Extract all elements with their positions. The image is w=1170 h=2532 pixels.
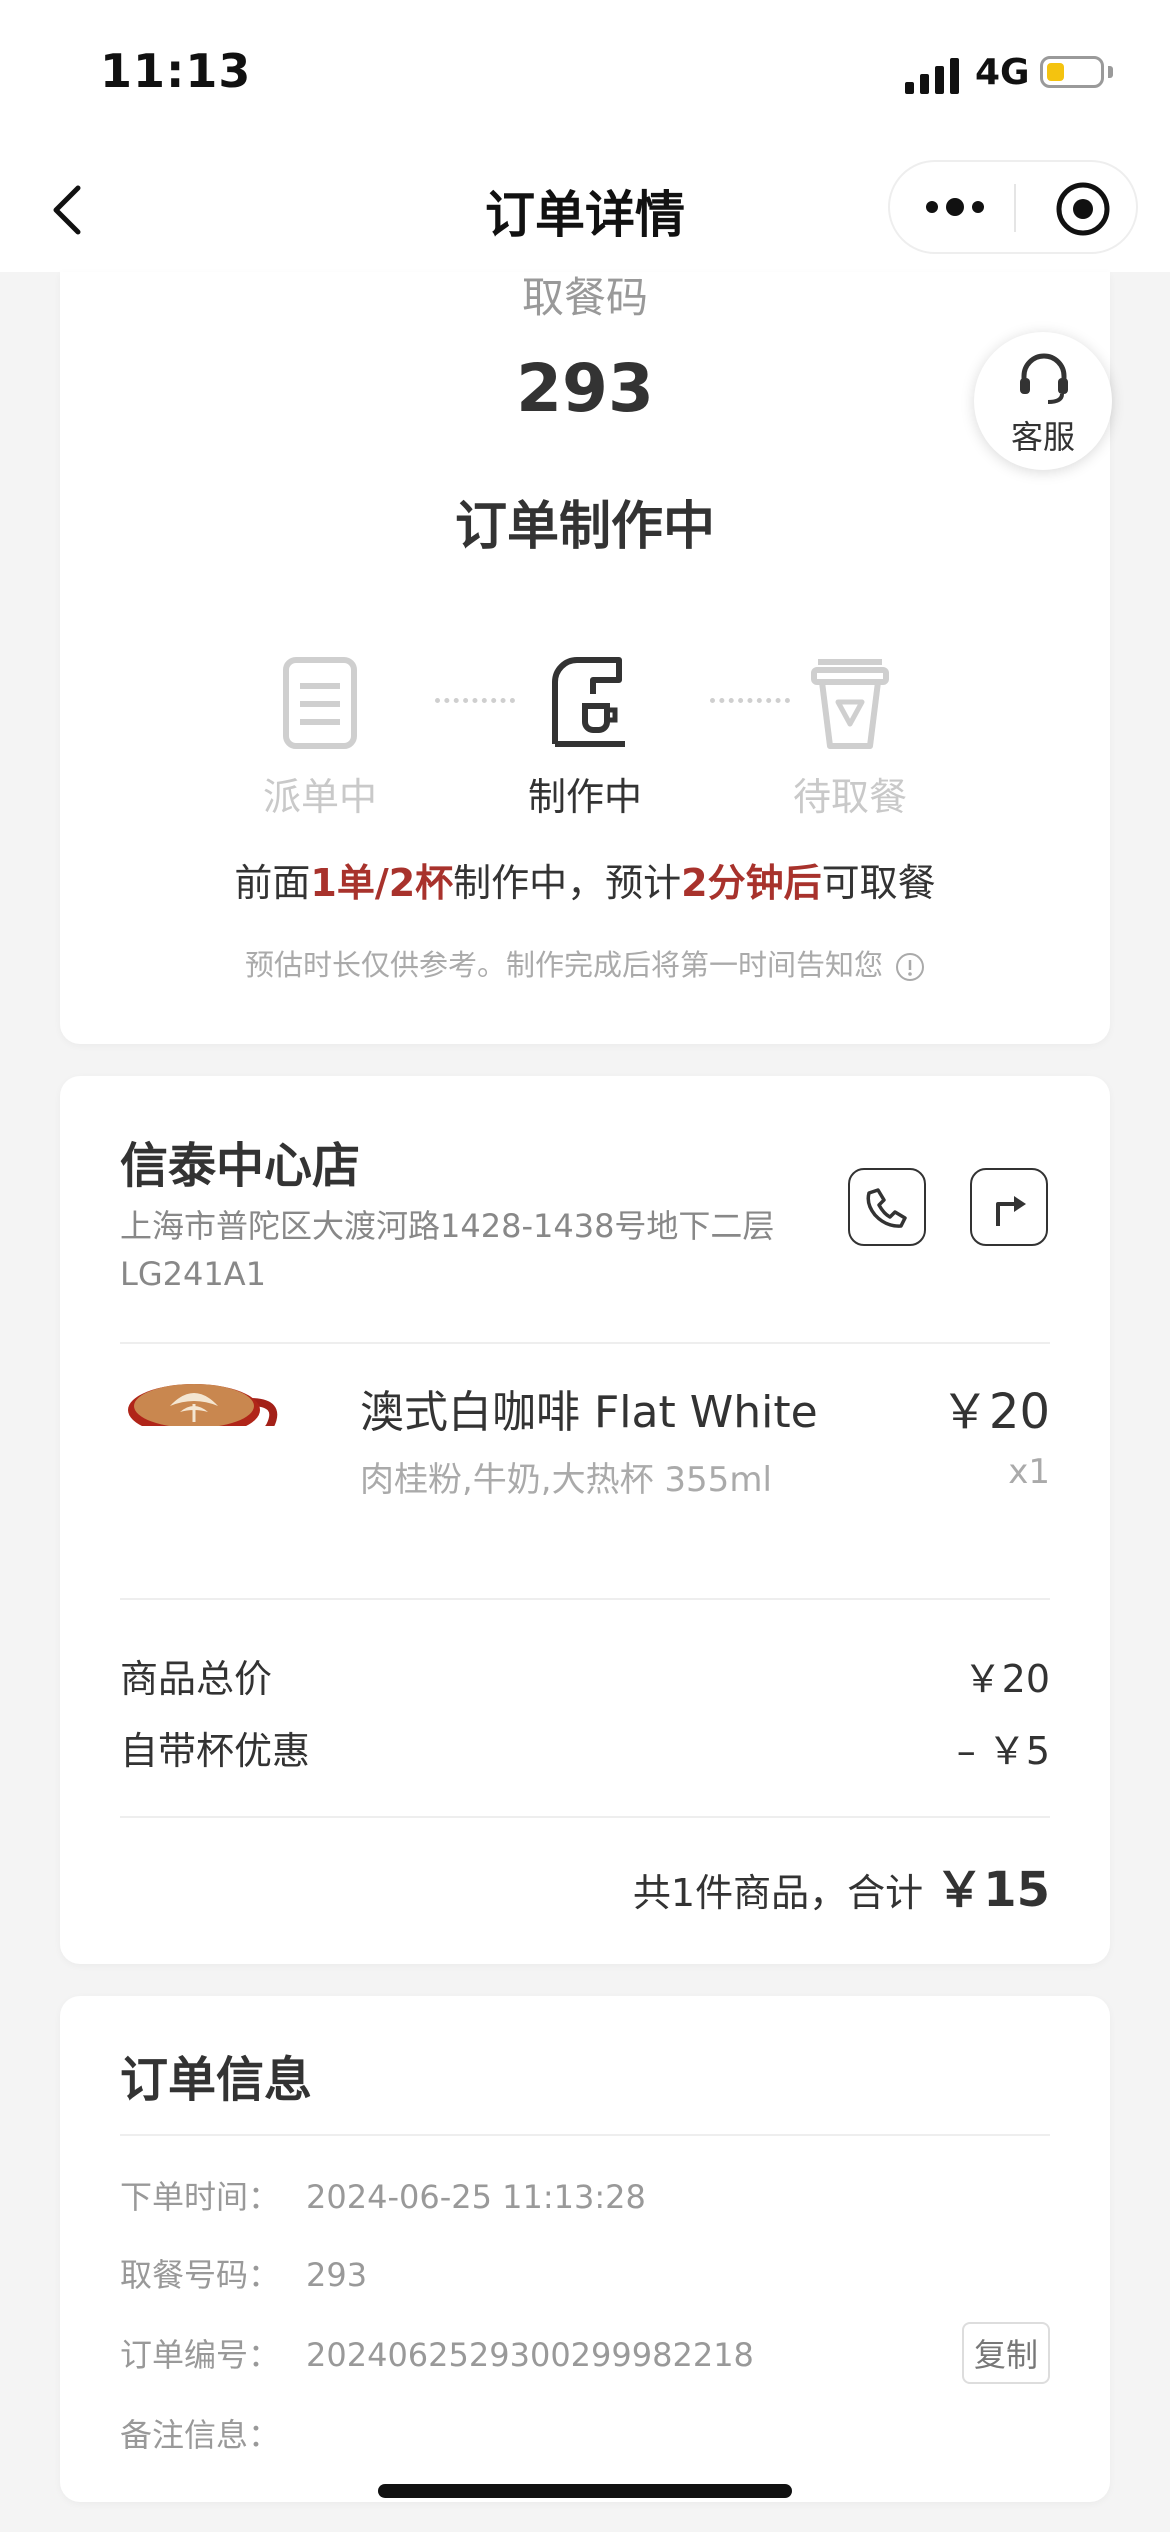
order-info-card: 订单信息 下单时间： 2024-06-25 11:13:28 取餐号码： 293 订… [60, 1996, 1110, 2502]
order-time-label: 下单时间： [120, 2178, 281, 2216]
product-quantity: x1 [1008, 1452, 1050, 1492]
more-icon[interactable] [920, 182, 990, 232]
copy-button[interactable]: 复制 [961, 2322, 1050, 2384]
product-price: ￥20 [940, 1384, 1050, 1440]
capsule-divider [1014, 184, 1016, 232]
order-number-row: 订单编号： 20240625293002999822​18 [120, 2330, 1050, 2376]
order-time-row: 下单时间： 2024-06-25 11:13:28 [120, 2172, 1050, 2218]
cup-icon [811, 659, 889, 749]
step-label: 待取餐 [792, 775, 907, 819]
phone-icon [866, 1188, 907, 1228]
step-label: 制作中 [527, 775, 642, 819]
estimate-note: 预估时长仅供参考。制作完成后将第一时间告知您 [60, 942, 1110, 984]
eta-queue: 1单/2杯 [310, 861, 454, 905]
order-info-title: 订单信息 [120, 2052, 313, 2108]
directions-icon [996, 1196, 1026, 1226]
step-dispatching: 派单中 [220, 652, 420, 821]
remarks-row: 备注信息： [120, 2410, 1050, 2456]
order-time-value: 2024-06-25 11:13:28 [306, 2178, 646, 2216]
order-status: 订单制作中 [454, 497, 715, 557]
customer-service-label: 客服 [1010, 418, 1075, 456]
pickup-code: 293 [516, 350, 654, 427]
home-indicator[interactable] [378, 2484, 792, 2498]
coffee-machine-icon [552, 657, 625, 747]
network-type: 4G [975, 52, 1030, 93]
pickup-number-value: 293 [306, 2256, 368, 2294]
customer-service-button[interactable]: 客服 [974, 332, 1112, 470]
call-store-button[interactable] [848, 1168, 926, 1246]
nav-bar: 订单详情 [0, 150, 1170, 272]
total-amount: ￥15 [935, 1862, 1050, 1918]
product-options: 肉桂粉,牛奶,大热杯 355ml [360, 1460, 772, 1500]
subtotal-label: 商品总价 [120, 1657, 273, 1701]
store-order-card: 信泰中心店 上海市普陀区大渡河路1428-1438号地下二层LG241A1 澳式… [60, 1076, 1110, 1964]
order-total: 共1件商品，合计 ￥15 [633, 1850, 1050, 1920]
discount-value: – ￥5 [956, 1729, 1050, 1773]
eta-middle: 制作中，预计 [453, 861, 682, 905]
pickup-code-label: 取餐码 [521, 273, 648, 322]
step-ready-pickup: 待取餐 [750, 652, 950, 821]
remarks-label: 备注信息： [120, 2416, 281, 2454]
eta-prefix: 前面 [234, 861, 311, 905]
navigate-button[interactable] [970, 1168, 1048, 1246]
step-label: 派单中 [262, 775, 377, 819]
battery-icon [1040, 56, 1104, 88]
headset-icon [1020, 353, 1068, 404]
status-time: 11:13 [100, 44, 252, 98]
discount-label: 自带杯优惠 [120, 1729, 311, 1773]
eta-text: 前面1单/2杯制作中，预计2分钟后可取餐 [60, 852, 1110, 907]
mini-program-capsule [888, 160, 1138, 254]
step-making: 制作中 [485, 652, 685, 821]
store-address: 上海市普陀区大渡河路1428-1438号地下二层LG241A1 [120, 1207, 775, 1293]
order-number-label: 订单编号： [120, 2336, 281, 2374]
eta-time: 2分钟后 [681, 861, 822, 905]
receipt-icon [283, 657, 357, 749]
product-image [120, 1366, 280, 1466]
subtotal-value: ￥20 [963, 1657, 1050, 1701]
product-name: 澳式白咖啡 Flat White [360, 1387, 818, 1438]
coffee-cup-image [120, 1384, 280, 1466]
total-prefix: 共1件商品，合计 [632, 1871, 924, 1915]
divider [120, 1342, 1050, 1344]
eta-suffix: 可取餐 [821, 861, 936, 905]
store-name: 信泰中心店 [120, 1138, 361, 1194]
order-number-value: 20240625293002999822​18 [306, 2336, 754, 2374]
divider [120, 2134, 1050, 2136]
pickup-card: 取餐码 293 订单制作中 客服 派单中 制作中 待取餐 前面1单/2杯制作中，… [60, 272, 1112, 1044]
status-bar: 11:13 4G [0, 0, 1170, 150]
close-target-icon[interactable] [1054, 180, 1112, 238]
signal-icon [905, 58, 959, 94]
battery-tip [1108, 66, 1113, 78]
estimate-note-text: 预估时长仅供参考。制作完成后将第一时间告知您 [244, 948, 883, 982]
divider [120, 1816, 1050, 1818]
divider [120, 1598, 1050, 1600]
info-icon[interactable] [895, 952, 925, 982]
pickup-number-label: 取餐号码： [120, 2256, 281, 2294]
pickup-number-row: 取餐号码： 293 [120, 2250, 1050, 2296]
